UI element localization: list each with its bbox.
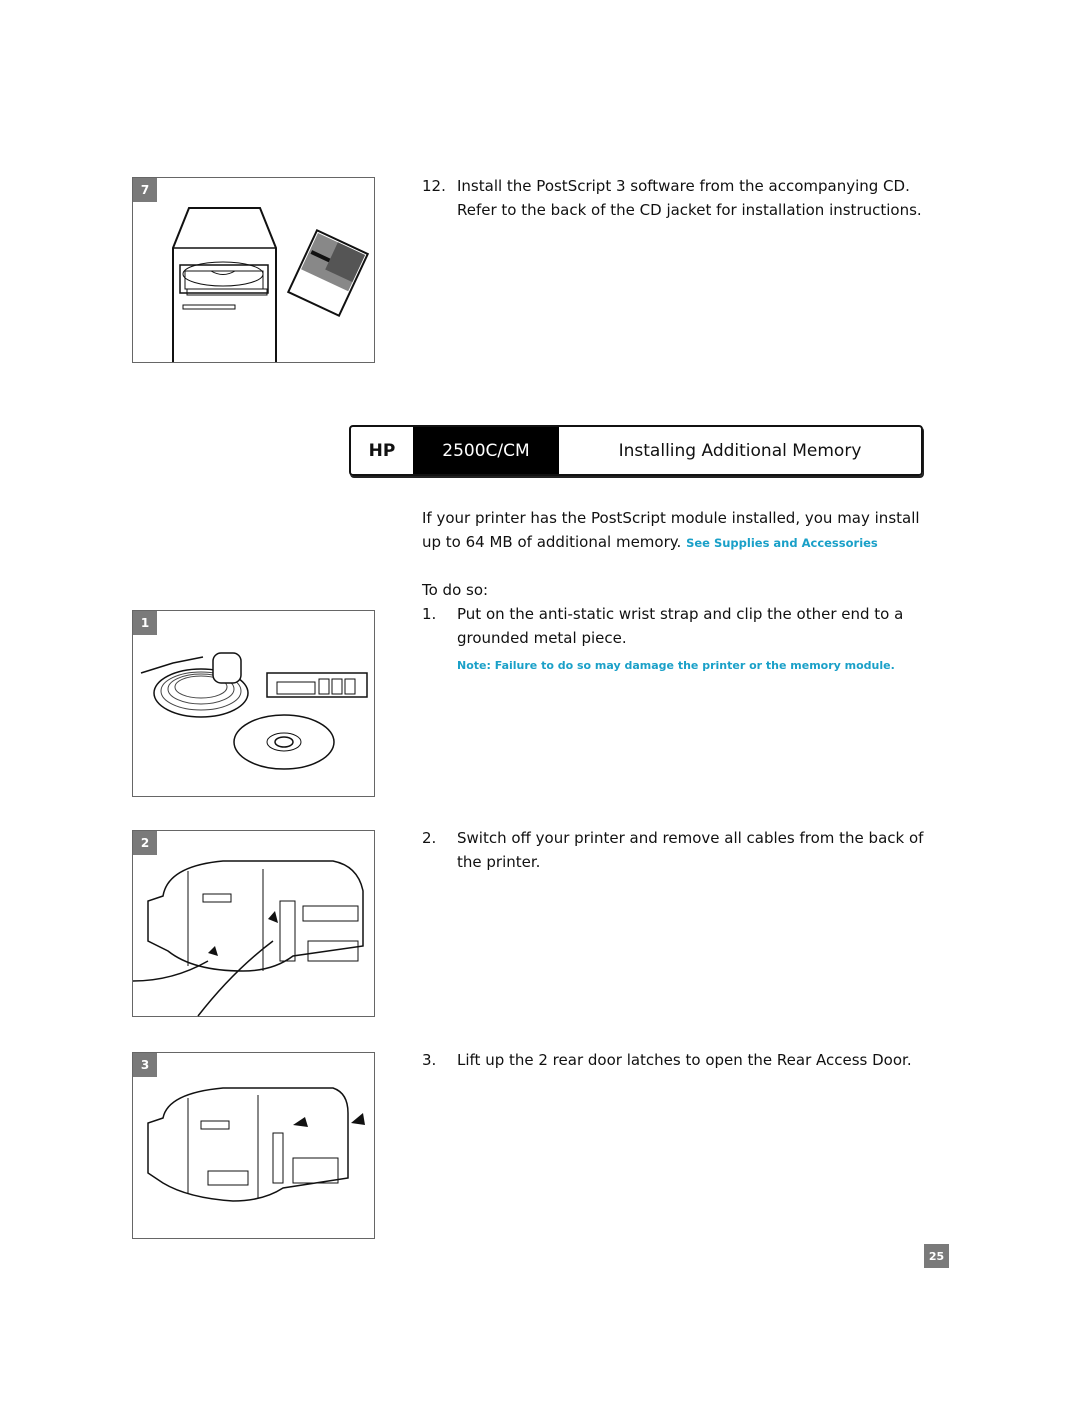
step-text: Switch off your printer and remove all c… <box>457 829 924 871</box>
step-number: 1. <box>422 605 437 623</box>
figure-number-badge: 3 <box>133 1053 157 1077</box>
accessories-illustration <box>140 652 368 770</box>
printer-rear-door-illustration <box>147 1087 365 1202</box>
figure-printer-rear-door: 3 <box>132 1052 375 1239</box>
step-text: Install the PostScript 3 software from t… <box>457 177 922 219</box>
figure-printer-cables: 2 <box>132 830 375 1017</box>
todo-label: To do so: <box>422 581 489 599</box>
supplies-link[interactable]: See Supplies and Accessories <box>686 536 878 550</box>
step-text: Put on the anti-static wrist strap and c… <box>457 605 904 647</box>
step-number: 12. <box>422 177 446 195</box>
computer-illustration <box>172 207 370 362</box>
step-text: Lift up the 2 rear door latches to open … <box>457 1051 912 1069</box>
page-number-badge: 25 <box>924 1244 949 1268</box>
figure-number-badge: 1 <box>133 611 157 635</box>
step-number: 2. <box>422 829 437 847</box>
figure-computer-cd: 7 <box>132 177 375 363</box>
section-title: Installing Additional Memory <box>618 440 862 461</box>
warning-note: Note: Failure to do so may damage the pr… <box>457 659 895 672</box>
brand-label: HP <box>368 440 396 461</box>
printer-cables-illustration <box>133 860 364 1017</box>
figure-number-badge: 7 <box>133 178 157 202</box>
intro-paragraph: If your printer has the PostScript modul… <box>422 506 922 555</box>
step-number: 3. <box>422 1051 437 1069</box>
figure-wrist-strap-memory-cd: 1 <box>132 610 375 797</box>
figure-number-badge: 2 <box>133 831 157 855</box>
model-label: 2500C/CM <box>413 427 559 474</box>
section-header: HP 2500C/CM Installing Additional Memory <box>349 425 923 476</box>
